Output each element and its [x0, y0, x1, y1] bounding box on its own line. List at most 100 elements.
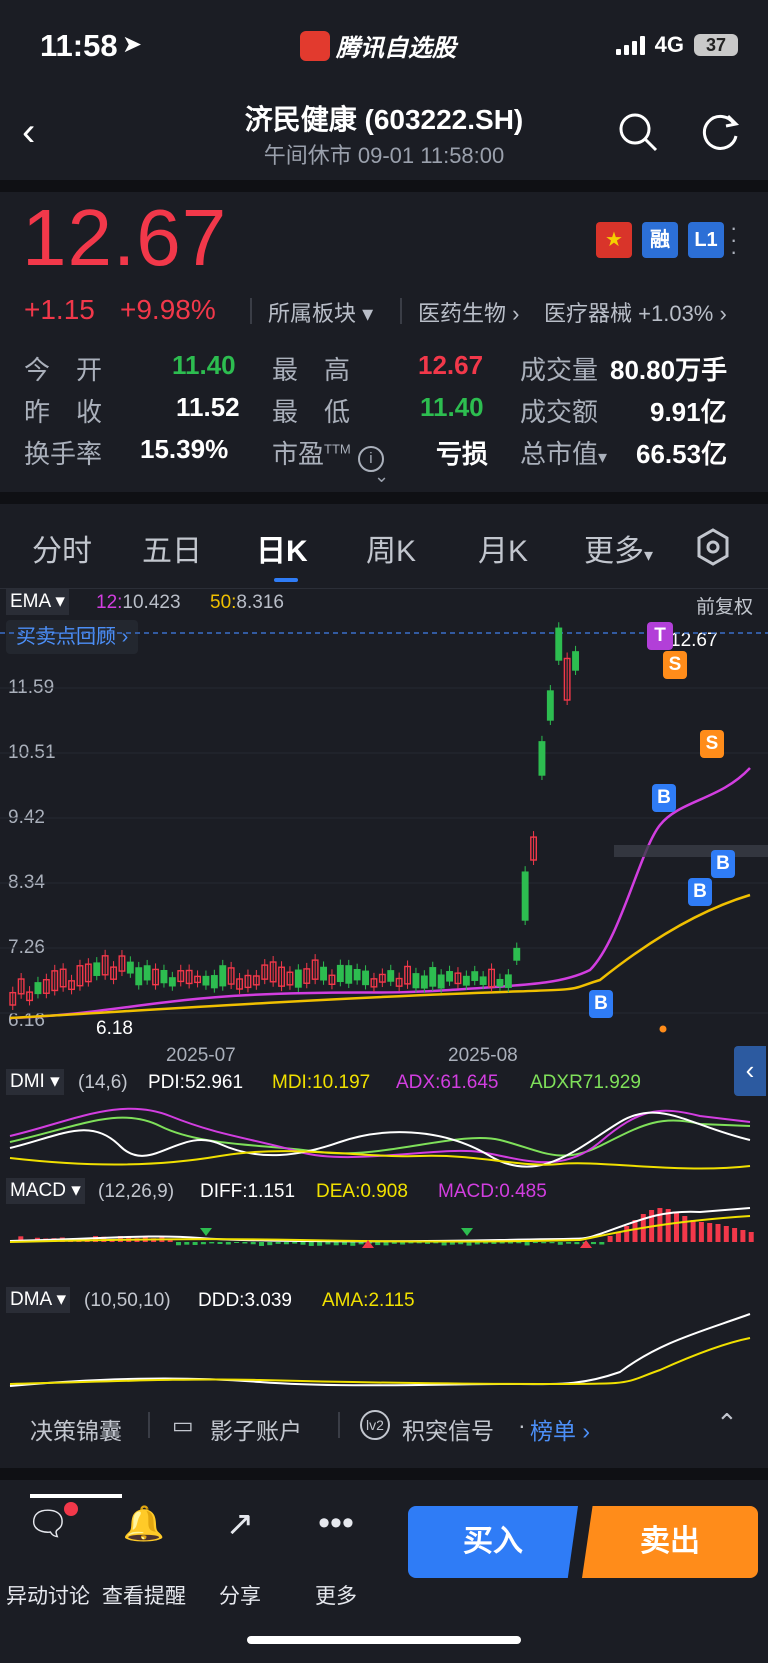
macd-indicator-select[interactable]: MACD ▾ [6, 1178, 85, 1204]
share-icon[interactable]: ↗ [192, 1504, 288, 1544]
macd-diff-value: 1.151 [247, 1181, 296, 1202]
dmi-pdi: PDI:52.961 [148, 1072, 243, 1094]
alert-label[interactable]: 查看提醒 [96, 1580, 192, 1610]
macd-dea: DEA:0.908 [316, 1181, 408, 1203]
macd-bar [557, 1242, 563, 1245]
macd-bar [176, 1242, 181, 1246]
macd-bar [690, 1220, 696, 1242]
sector-dropdown[interactable]: 所属板块 ▾ [268, 296, 373, 328]
signal-link[interactable]: 积突信号 [402, 1412, 494, 1446]
signal-marker-buy[interactable]: B [711, 850, 735, 878]
high-value: 12.67 [418, 350, 484, 380]
macd-bar [383, 1242, 389, 1246]
signal-marker-sell[interactable]: S [663, 651, 687, 679]
caret-down-icon: ▾ [598, 447, 608, 467]
open-label: 今 开 [24, 355, 103, 385]
rank-link[interactable]: 榜单 › [530, 1412, 590, 1446]
dma-indicator-select[interactable]: DMA ▾ [6, 1287, 71, 1313]
signal-marker-buy[interactable]: B [688, 878, 712, 906]
dmi-adxr-value: 71.929 [582, 1072, 641, 1093]
macd-bar [350, 1242, 356, 1246]
caret-down-icon: ▾ [56, 1289, 67, 1310]
macd-diff-label: DIFF: [200, 1181, 248, 1202]
tab-five-day[interactable]: 五日 [142, 526, 202, 570]
macd-bar [217, 1242, 223, 1244]
app-name: 腾讯自选股 [336, 35, 456, 62]
signal-marker-buy[interactable]: B [589, 990, 613, 1018]
macd-bar [308, 1242, 314, 1246]
amount-label: 成交额 [520, 397, 599, 427]
candle [572, 651, 579, 671]
chevron-up-icon[interactable]: ⌃ [716, 1408, 738, 1439]
sector-link-2[interactable]: 医疗器械 +1.03% › [544, 296, 727, 328]
more-label[interactable]: 更多 [288, 1580, 384, 1610]
margin-badge[interactable]: 融 [642, 222, 678, 258]
home-indicator [247, 1636, 521, 1644]
shadow-account-link[interactable]: 影子账户 [210, 1412, 302, 1446]
price-change: +1.15 [24, 294, 95, 325]
discuss-icon[interactable]: 🗨 [0, 1504, 96, 1544]
dmi-mdi: MDI:10.197 [272, 1072, 370, 1094]
macd-bar [715, 1224, 721, 1242]
macd-bar [275, 1242, 281, 1244]
signal-marker-buy[interactable]: B [652, 784, 676, 812]
decision-link[interactable]: 决策锦囊 [30, 1412, 122, 1446]
search-icon[interactable] [616, 110, 660, 154]
level1-badge[interactable]: L1 [688, 222, 724, 258]
mcap-label[interactable]: 总市值▾ [520, 434, 607, 471]
macd-bar [532, 1242, 538, 1244]
lv2-icon: lv2 [360, 1410, 390, 1440]
macd-bar [607, 1236, 613, 1242]
sector-link-1[interactable]: 医药生物 › [418, 296, 519, 328]
dma-indicator-label: DMA [10, 1289, 52, 1310]
settings-hexagon-icon[interactable] [696, 528, 730, 566]
tab-daily-k[interactable]: 日K [256, 526, 308, 570]
discuss-label[interactable]: 异动讨论 [0, 1580, 96, 1610]
status-bar: 11:58 ➤ 腾讯自选股 4G 37 [0, 0, 768, 92]
candle [437, 974, 445, 989]
macd-bar [200, 1242, 206, 1245]
more-dots-icon[interactable]: · · · [730, 217, 737, 263]
signal-marker-sell[interactable]: S [700, 730, 724, 758]
pe-ttm-label: TTM [324, 441, 351, 457]
more-icon[interactable]: ••• [288, 1504, 384, 1543]
macd-bar [242, 1242, 248, 1244]
dma-ddd: DDD:3.039 [198, 1290, 292, 1312]
refresh-icon[interactable] [698, 110, 742, 154]
flag-icon: ★ [596, 222, 632, 258]
notification-dot [64, 1502, 78, 1516]
pe-label-text: 市盈 [272, 439, 325, 469]
dmi-params: (14,6) [78, 1072, 128, 1093]
macd-dea-label: DEA: [316, 1181, 361, 1202]
sell-button[interactable]: 卖出 [582, 1506, 758, 1578]
pe-label[interactable]: 市盈TTM i [272, 434, 384, 472]
clock: 11:58 [40, 28, 118, 63]
expand-chevron-icon[interactable]: ⌄ [374, 466, 389, 487]
tab-intraday[interactable]: 分时 [32, 526, 92, 570]
macd-bar [333, 1242, 339, 1246]
macd-hist: MACD:0.485 [438, 1181, 547, 1203]
dmi-pdi-value: 52.961 [184, 1072, 244, 1093]
low-label: 最 低 [272, 397, 351, 427]
buy-button[interactable]: 买入 [408, 1506, 578, 1578]
dmi-indicator-label: DMI [10, 1071, 45, 1092]
kline-chart[interactable] [0, 600, 768, 1040]
candle [513, 947, 521, 961]
divider [148, 1412, 150, 1438]
chevron-right-icon: › [719, 301, 727, 326]
signal-marker-t[interactable]: T [647, 622, 673, 650]
macd-bar [674, 1212, 679, 1242]
dmi-indicator-select[interactable]: DMI ▾ [6, 1069, 64, 1095]
divider [0, 492, 768, 504]
share-label[interactable]: 分享 [192, 1580, 288, 1610]
collapse-panel-icon[interactable]: ‹ [734, 1046, 766, 1096]
macd-hist-label: MACD: [438, 1181, 500, 1202]
candle [504, 974, 512, 988]
candle [387, 970, 395, 982]
tab-monthly-k[interactable]: 月K [478, 526, 528, 570]
bell-icon[interactable]: 🔔 [96, 1504, 192, 1544]
candle [336, 964, 344, 983]
tab-more[interactable]: 更多▾ [584, 526, 653, 570]
tab-weekly-k[interactable]: 周K [366, 526, 416, 570]
candle [126, 961, 134, 974]
